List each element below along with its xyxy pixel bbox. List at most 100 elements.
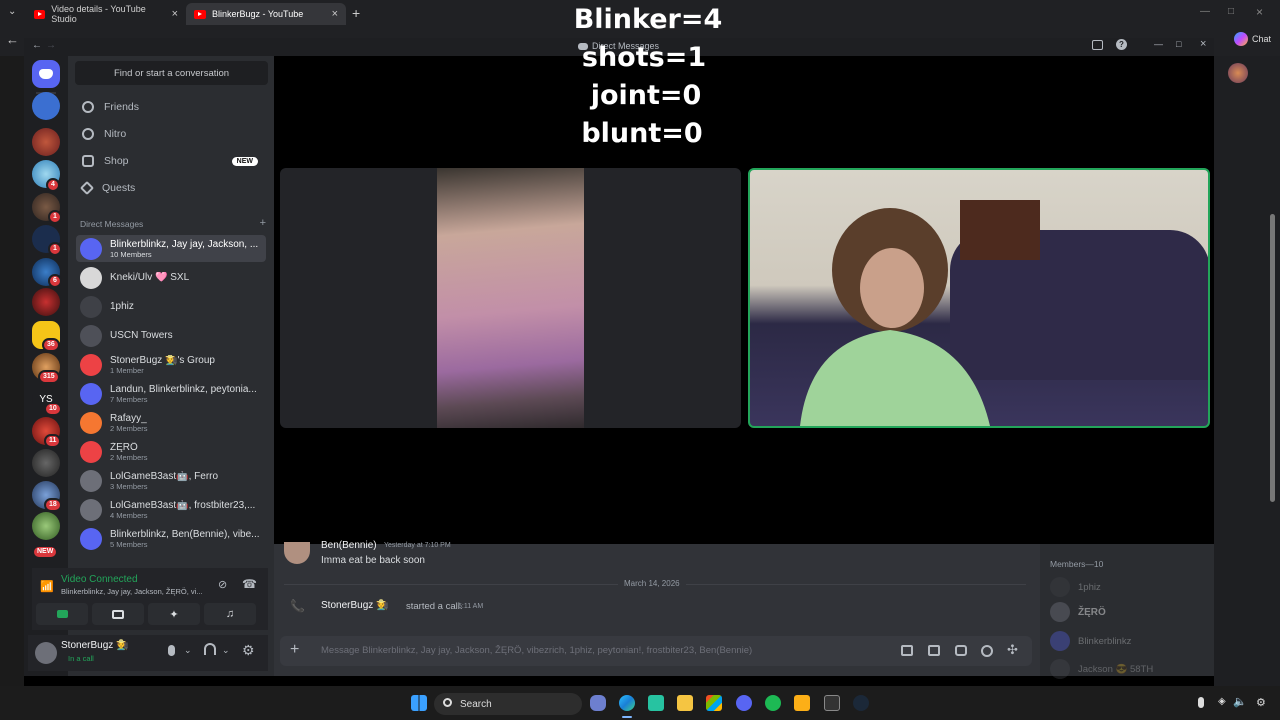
dm-item[interactable]: 1phiz: [76, 293, 266, 320]
attach-plus-icon[interactable]: +: [290, 641, 299, 659]
help-icon[interactable]: ?: [1116, 39, 1127, 50]
taskbar-search[interactable]: Search: [434, 693, 582, 715]
member-item[interactable]: Jackson 😎 58TH: [1050, 659, 1153, 679]
profile-avatar[interactable]: [1228, 63, 1248, 83]
dm-item[interactable]: LolGameB3ast🤖, Ferro 3 Members: [76, 467, 266, 494]
dm-item[interactable]: Kneki/Ulv 🩷 SXL: [76, 264, 266, 291]
discord-close-icon[interactable]: ×: [1200, 38, 1206, 50]
server-icon[interactable]: [32, 128, 60, 156]
dm-members: 7 Members: [110, 394, 148, 404]
sticker-icon[interactable]: [955, 645, 967, 656]
tray-microphone-icon[interactable]: [1198, 697, 1204, 708]
member-item[interactable]: Blinkerblinkz: [1050, 631, 1131, 651]
server-icon[interactable]: [32, 288, 60, 316]
dm-section-header: Direct Messages +: [80, 218, 266, 231]
server-icon[interactable]: [32, 449, 60, 477]
app-icon[interactable]: [824, 695, 840, 711]
screenshare-button[interactable]: [92, 603, 144, 625]
gamepad-icon[interactable]: [590, 695, 606, 711]
back-icon[interactable]: ←: [6, 32, 19, 47]
member-item[interactable]: ŽĘRÖ: [1050, 602, 1106, 622]
group-avatar: [80, 440, 102, 463]
unread-badge: 6: [48, 274, 62, 288]
spotify-icon[interactable]: [765, 695, 781, 711]
tab-blinkerbugz-youtube[interactable]: BlinkerBugz - YouTube ×: [186, 3, 346, 25]
soundboard-button[interactable]: ♫: [204, 603, 256, 625]
camera-button[interactable]: [36, 603, 88, 625]
tray-battery-icon[interactable]: ⚙: [1256, 696, 1266, 709]
nav-friends[interactable]: Friends: [76, 96, 266, 118]
server-icon[interactable]: [32, 92, 60, 120]
tab-youtube-studio[interactable]: Video details - YouTube Studio ×: [26, 3, 186, 25]
close-window-icon[interactable]: ×: [1256, 5, 1263, 19]
nav-label: Shop: [104, 155, 129, 167]
tray-volume-icon[interactable]: 🔈: [1233, 695, 1247, 708]
emoji-icon[interactable]: [981, 645, 993, 657]
nav-shop[interactable]: Shop NEW: [76, 150, 266, 172]
settings-gear-icon[interactable]: ⚙: [242, 642, 255, 659]
copilot-chat-button[interactable]: Chat: [1234, 32, 1271, 46]
member-avatar: [1050, 631, 1070, 651]
dm-item[interactable]: Landun, Blinkerblinkz, peytonia... 7 Mem…: [76, 380, 266, 407]
server-icon[interactable]: [32, 512, 60, 540]
unread-badge: 1: [48, 242, 62, 256]
user-avatar[interactable]: [35, 642, 57, 664]
taskbar-search-label: Search: [460, 698, 492, 710]
message-author[interactable]: Ben(Bennie): [321, 540, 377, 551]
gift-icon[interactable]: [901, 645, 913, 656]
group-avatar: [80, 237, 102, 260]
group-avatar: [80, 498, 102, 521]
search-input[interactable]: Find or start a conversation: [75, 61, 268, 85]
new-badge: NEW: [231, 156, 258, 166]
minimize-icon[interactable]: —: [1200, 6, 1210, 17]
discord-home-button[interactable]: [32, 60, 60, 88]
activities-button[interactable]: ✦: [148, 603, 200, 625]
maximize-icon[interactable]: □: [1228, 6, 1234, 17]
disconnect-icon[interactable]: ☎: [242, 577, 257, 591]
close-tab-icon[interactable]: ×: [172, 8, 178, 20]
dm-item[interactable]: Blinkerblinkz, Ben(Bennie), vibe... 5 Me…: [76, 525, 266, 552]
inbox-icon[interactable]: [1092, 40, 1103, 50]
member-item[interactable]: 1phiz: [1050, 577, 1101, 597]
headphones-icon[interactable]: [204, 643, 216, 655]
camera-icon: [56, 610, 68, 618]
call-user[interactable]: StonerBugz 🧑‍🌾: [321, 600, 389, 611]
dm-item[interactable]: Rafayy_ 2 Members: [76, 409, 266, 436]
gif-icon[interactable]: [928, 645, 940, 656]
forward-arrow-icon[interactable]: →: [46, 40, 56, 51]
noise-suppression-icon[interactable]: ⊘: [218, 578, 227, 591]
dm-item[interactable]: Blinkerblinkz, Jay jay, Jackson, ... 10 …: [76, 235, 266, 262]
user-status: In a call: [68, 654, 94, 663]
close-tab-icon[interactable]: ×: [332, 8, 338, 20]
capcut-icon[interactable]: [648, 695, 664, 711]
dm-item[interactable]: StonerBugz 🧑‍🌾's Group 1 Member: [76, 351, 266, 378]
tray-network-icon[interactable]: ◈: [1218, 696, 1226, 707]
overlay-counter: shots=1: [581, 42, 707, 73]
apps-icon[interactable]: ✣: [1007, 642, 1018, 658]
message-input[interactable]: Message Blinkerblinkz, Jay jay, Jackson,…: [321, 645, 841, 656]
new-tab-icon[interactable]: +: [352, 5, 360, 21]
dm-item[interactable]: LolGameB3ast🤖, frostbiter23,... 4 Member…: [76, 496, 266, 523]
start-windows-icon[interactable]: [411, 695, 427, 711]
nav-nitro[interactable]: Nitro: [76, 123, 266, 145]
steam-icon[interactable]: [853, 695, 869, 711]
tab-list-chevron-icon[interactable]: ⌄: [8, 6, 16, 17]
discord-taskbar-icon[interactable]: [736, 695, 752, 711]
scrollbar[interactable]: [1270, 214, 1275, 502]
dm-name: LolGameB3ast🤖, Ferro: [110, 470, 219, 482]
microphone-icon[interactable]: [168, 645, 175, 656]
nav-quests[interactable]: Quests: [76, 177, 266, 199]
discord-maximize-icon[interactable]: □: [1176, 39, 1181, 49]
create-dm-icon[interactable]: +: [260, 218, 266, 231]
discord-minimize-icon[interactable]: —: [1154, 39, 1163, 49]
dm-item[interactable]: USCN Towers: [76, 322, 266, 349]
rockstar-launcher-icon[interactable]: [794, 695, 810, 711]
file-explorer-icon[interactable]: [677, 695, 693, 711]
microsoft-store-icon[interactable]: [706, 695, 722, 711]
message-composer[interactable]: + Message Blinkerblinkz, Jay jay, Jackso…: [280, 636, 1032, 666]
audio-options-chevron-icon[interactable]: ⌄: [222, 645, 230, 656]
dm-item[interactable]: ŽĘRÖ 2 Members: [76, 438, 266, 465]
mic-options-chevron-icon[interactable]: ⌄: [184, 645, 192, 656]
back-arrow-icon[interactable]: ←: [32, 40, 42, 51]
edge-browser-icon[interactable]: [619, 695, 635, 711]
